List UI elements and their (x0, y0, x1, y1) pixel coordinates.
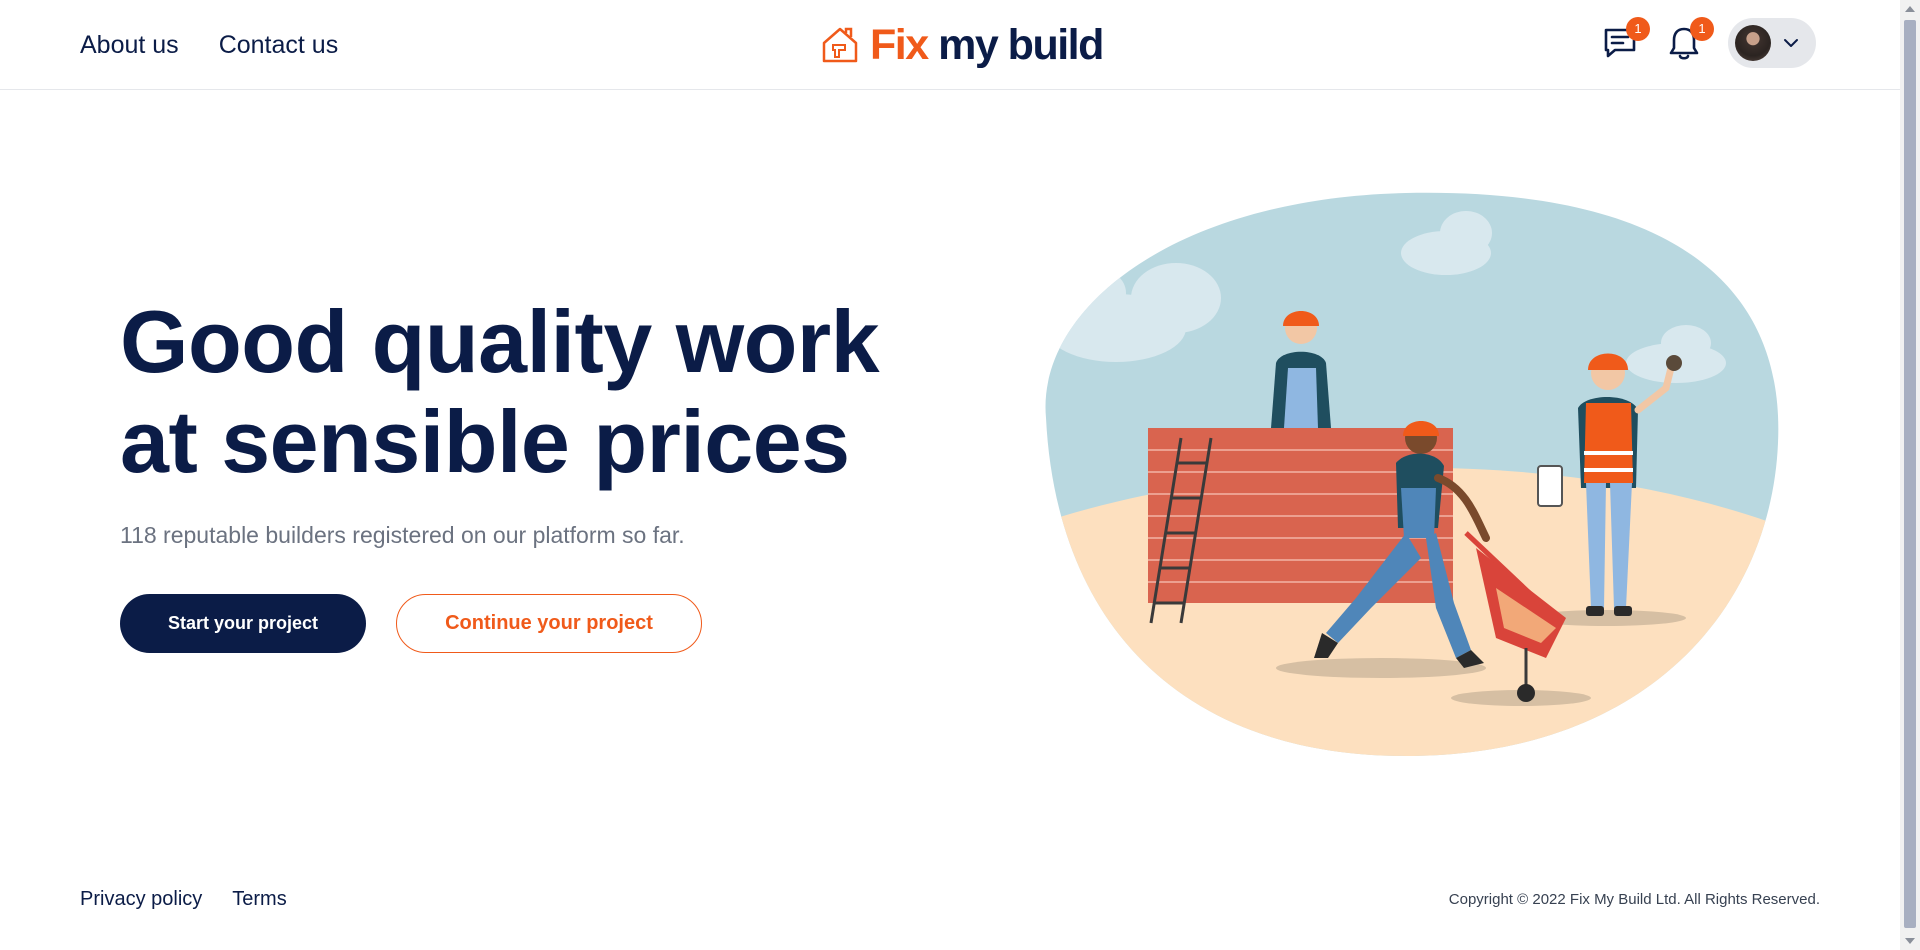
brand-name: Fix my build (870, 21, 1104, 69)
privacy-policy-link[interactable]: Privacy policy (80, 888, 202, 911)
scroll-thumb[interactable] (1904, 20, 1916, 928)
page-scrollbar[interactable] (1900, 0, 1920, 950)
notifications-button[interactable]: 1 (1664, 17, 1714, 65)
nav-contact-us-link[interactable]: Contact us (219, 28, 339, 62)
continue-project-button[interactable]: Continue your project (396, 594, 702, 653)
main-nav: About us Contact us (80, 28, 338, 62)
notifications-badge: 1 (1690, 17, 1714, 41)
hero-title-line-1: Good quality work (120, 292, 880, 391)
terms-link[interactable]: Terms (232, 888, 286, 911)
house-logo-icon (822, 27, 858, 63)
brand-rest-text: my build (927, 21, 1104, 69)
header-actions: 1 1 (1600, 17, 1816, 68)
hero-title: Good quality work at sensible prices (120, 292, 920, 492)
builders-illustration (1045, 192, 1779, 757)
scroll-down-arrow-icon[interactable] (1905, 938, 1915, 944)
hero-subtitle: 118 reputable builders registered on our… (120, 522, 685, 548)
brand-fix-text: Fix (870, 21, 929, 69)
scroll-up-arrow-icon[interactable] (1905, 6, 1915, 12)
profile-menu-button[interactable] (1728, 18, 1816, 68)
avatar (1735, 25, 1771, 61)
messages-button[interactable]: 1 (1600, 17, 1650, 65)
top-header: About us Contact us Fix my build 1 1 (0, 0, 1900, 90)
chevron-down-icon (1784, 39, 1798, 47)
start-project-button[interactable]: Start your project (120, 594, 366, 653)
footer-nav: Privacy policy Terms (80, 888, 287, 911)
copyright-text: Copyright © 2022 Fix My Build Ltd. All R… (1448, 891, 1820, 908)
nav-about-us-link[interactable]: About us (80, 28, 179, 62)
brand-logo-link[interactable]: Fix my build (818, 21, 1104, 69)
hero-title-line-2: at sensible prices (120, 392, 850, 491)
messages-badge: 1 (1626, 17, 1650, 41)
